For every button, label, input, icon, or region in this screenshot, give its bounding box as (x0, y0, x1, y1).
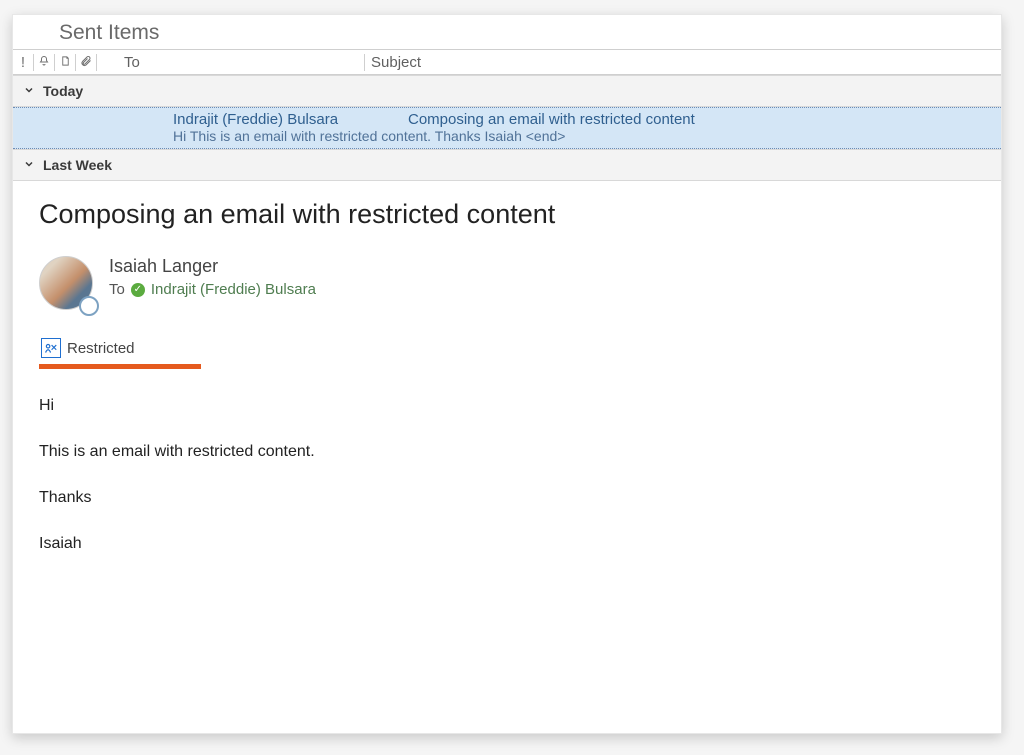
body-line: Hi (39, 397, 975, 415)
body-line: Isaiah (39, 535, 975, 553)
restricted-icon (41, 338, 61, 358)
group-lastweek-label: Last Week (43, 157, 112, 173)
col-importance[interactable]: ! (13, 54, 34, 71)
recipient-name[interactable]: Indrajit (Freddie) Bulsara (151, 281, 316, 298)
message-subject: Composing an email with restricted conte… (408, 111, 695, 128)
to-line: To ✓ Indrajit (Freddie) Bulsara (109, 281, 316, 298)
group-today-label: Today (43, 83, 83, 99)
from-block: Isaiah Langer To ✓ Indrajit (Freddie) Bu… (39, 256, 975, 312)
to-label: To (109, 281, 125, 298)
permission-label: Restricted (67, 340, 135, 357)
presence-check-icon: ✓ (131, 283, 145, 297)
outlook-window: Sent Items ! To Subject (12, 14, 1002, 734)
presence-indicator (79, 296, 99, 316)
col-to[interactable]: To (118, 54, 365, 71)
group-header-today[interactable]: Today (13, 75, 1001, 107)
body-line: Thanks (39, 489, 975, 507)
body-line: This is an email with restricted content… (39, 443, 975, 461)
chevron-down-icon (23, 157, 39, 173)
col-to-label: To (124, 54, 140, 71)
reading-subject: Composing an email with restricted conte… (39, 199, 975, 230)
importance-icon: ! (21, 54, 25, 71)
from-name: Isaiah Langer (109, 256, 316, 277)
group-header-lastweek[interactable]: Last Week (13, 149, 1001, 181)
message-to: Indrajit (Freddie) Bulsara (173, 111, 408, 128)
chevron-down-icon (23, 83, 39, 99)
email-body: Hi This is an email with restricted cont… (39, 397, 975, 553)
bell-icon (38, 54, 50, 71)
reading-pane: Composing an email with restricted conte… (13, 199, 1001, 591)
col-subject-label: Subject (371, 54, 421, 71)
col-reminder[interactable] (34, 54, 55, 71)
message-preview: Hi This is an email with restricted cont… (173, 128, 991, 144)
annotation-underline (39, 364, 201, 369)
col-attachment[interactable] (76, 54, 97, 71)
permission-tag[interactable]: Restricted (41, 338, 135, 358)
message-row-selected[interactable]: Indrajit (Freddie) Bulsara Composing an … (13, 107, 1001, 149)
paperclip-icon (80, 54, 92, 71)
col-item-type[interactable] (55, 54, 76, 71)
page-icon (60, 54, 71, 71)
column-header-row: ! To Subject (13, 49, 1001, 75)
folder-title: Sent Items (13, 15, 1001, 49)
col-subject[interactable]: Subject (365, 54, 1001, 71)
avatar-wrap[interactable] (39, 256, 95, 312)
